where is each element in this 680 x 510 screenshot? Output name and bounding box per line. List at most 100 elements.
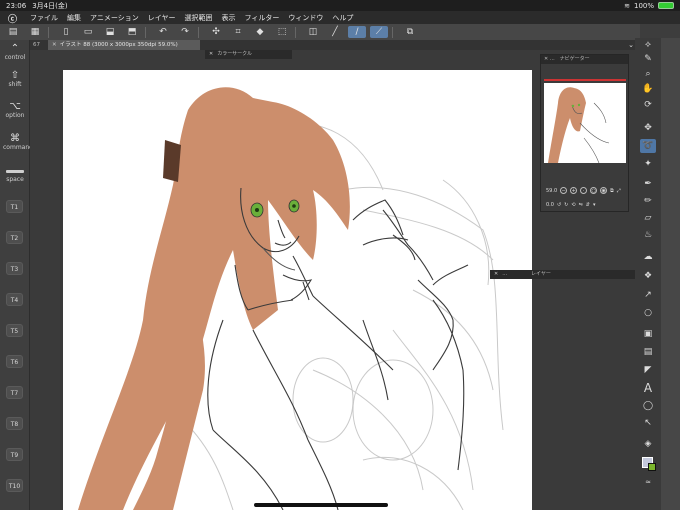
figure-icon[interactable]: ○ — [640, 306, 656, 320]
sub-tool-strip — [661, 38, 680, 510]
hand-icon[interactable]: ✋ — [640, 82, 656, 96]
pen-correct-icon[interactable]: ∕ — [348, 26, 366, 38]
zoom-in-icon[interactable]: + — [570, 187, 578, 194]
fill-icon[interactable]: ◈ — [640, 437, 656, 451]
menu-animation[interactable]: アニメーション — [90, 13, 139, 23]
key-t7[interactable]: T7 — [6, 386, 23, 399]
key-t4[interactable]: T4 — [6, 293, 23, 306]
flip-horizontal-icon[interactable]: ⇋ — [579, 202, 583, 208]
eyedropper-icon[interactable]: ✎ — [640, 52, 656, 66]
airbrush-icon[interactable]: ☁ — [640, 250, 656, 264]
key-option[interactable]: ⌥ option — [3, 101, 27, 119]
sub-color-swatch[interactable] — [648, 463, 656, 471]
rotate-left-icon[interactable]: ↺ — [557, 202, 561, 208]
ruler-tool-icon[interactable]: ◤ — [640, 363, 656, 377]
key-t2[interactable]: T2 — [6, 231, 23, 244]
menu-filter[interactable]: フィルター — [245, 13, 280, 23]
key-t1[interactable]: T1 — [6, 200, 23, 213]
document-tab[interactable]: ✕ イラスト 88 (3000 x 3000px 350dpi 59.0%) — [48, 40, 200, 50]
pencil-icon[interactable]: ✏ — [640, 194, 656, 208]
blend-icon[interactable]: ♨ — [640, 228, 656, 242]
transparent-color-icon[interactable]: ≈ — [640, 475, 656, 489]
transform-icon[interactable]: ✣ — [207, 26, 225, 38]
menu-window[interactable]: ウィンドウ — [288, 13, 323, 23]
fit-screen-icon[interactable]: ○ — [590, 187, 598, 194]
zoom-icon[interactable]: ⌕ — [640, 67, 656, 81]
rotate-right-icon[interactable]: ↻ — [564, 202, 568, 208]
balloon-icon[interactable]: ◯ — [640, 399, 656, 413]
navigator-thumbnail[interactable] — [544, 83, 626, 163]
palette-menu-icon[interactable]: … — [502, 271, 507, 277]
new-file-icon[interactable]: ▯ — [57, 26, 75, 38]
key-control[interactable]: ⌃ control — [3, 43, 27, 61]
palette-menu-icon[interactable]: … — [550, 56, 555, 62]
expand-icon[interactable]: ⤢ — [617, 188, 621, 194]
open-file-icon[interactable]: ▭ — [79, 26, 97, 38]
menu-help[interactable]: ヘルプ — [332, 13, 353, 23]
decoration-icon[interactable]: ❖ — [640, 269, 656, 283]
menu-view[interactable]: 表示 — [222, 13, 236, 23]
copy-icon[interactable]: ⧉ — [401, 26, 419, 38]
layer-palette-header[interactable]: ✕ … レイヤー — [490, 270, 635, 279]
color-circle-palette-header[interactable]: ✕ カラーサークル — [205, 50, 292, 59]
redo-icon[interactable]: ↷ — [176, 26, 194, 38]
crop-icon[interactable]: ⌗ — [229, 26, 247, 38]
close-icon[interactable]: ✕ — [544, 56, 548, 62]
snap-icon[interactable]: ⬚ — [273, 26, 291, 38]
save-icon[interactable]: ⬓ — [101, 26, 119, 38]
navigator-header[interactable]: ✕ … ナビゲーター — [541, 55, 628, 64]
fill-icon[interactable]: ◆ — [251, 26, 269, 38]
eraser-icon[interactable]: ▱ — [640, 211, 656, 225]
key-space[interactable]: space — [3, 168, 27, 183]
key-shift[interactable]: ⇧ shift — [3, 70, 27, 88]
hand-drag-icon[interactable]: ⟡ — [640, 38, 656, 52]
close-icon[interactable]: ✕ — [52, 42, 57, 48]
menu-layer[interactable]: レイヤー — [148, 13, 176, 23]
chevron-down-icon[interactable]: ⌄ — [628, 40, 634, 50]
key-label: shift — [8, 81, 22, 88]
pen-correct-alt-icon[interactable]: ⟋ — [370, 26, 388, 38]
reset-rotation-icon[interactable]: ⟲ — [571, 202, 575, 208]
navigator-angle-value[interactable]: 0.0 — [546, 202, 554, 208]
key-command[interactable]: ⌘ command — [3, 133, 33, 151]
tool-palette: ⟡ ✎ ⌕ ✋ ⟳ ✥ ➰ ✦ ✒ ✏ ▱ ♨ ☁ ❖ ↗ ○ ▣ ▤ ◤ A … — [635, 38, 680, 510]
lasso-icon[interactable]: ➰ — [640, 139, 656, 153]
pen-icon[interactable]: ✒ — [640, 177, 656, 191]
move-icon[interactable]: ✥ — [640, 121, 656, 135]
menu-file[interactable]: ファイル — [30, 13, 58, 23]
key-t9[interactable]: T9 — [6, 448, 23, 461]
zoom-actual-icon[interactable]: · — [580, 187, 588, 194]
navigator-zoom-value[interactable]: 59.0 — [546, 188, 557, 194]
close-icon[interactable]: ✕ — [209, 51, 213, 57]
pen-stroke-icon[interactable]: ╱ — [326, 26, 344, 38]
flip-vertical-icon[interactable]: ⇵ — [586, 202, 590, 208]
zoom-out-icon[interactable]: − — [560, 187, 568, 194]
undo-icon[interactable]: ↶ — [154, 26, 172, 38]
status-date: 3月4日(金) — [32, 1, 68, 10]
grid-icon[interactable]: ▦ — [26, 26, 44, 38]
correct-line-icon[interactable]: ↖ — [640, 416, 656, 430]
close-icon[interactable]: ✕ — [494, 271, 498, 277]
magic-wand-icon[interactable]: ✦ — [640, 157, 656, 171]
text-icon[interactable]: A — [640, 381, 656, 395]
app-logo-icon[interactable]: ⓒ — [8, 12, 22, 25]
layer-stack-icon[interactable]: ▤ — [4, 26, 22, 38]
drawing-canvas[interactable] — [63, 70, 532, 510]
gradient-icon[interactable]: ▤ — [640, 345, 656, 359]
navigator-zoom-row: 59.0 − + · ○ ◉ ⧉ ⤢ — [546, 186, 626, 195]
rotate-icon[interactable]: ⟳ — [640, 98, 656, 112]
ruler-icon[interactable]: ◫ — [304, 26, 322, 38]
menu-edit[interactable]: 編集 — [67, 13, 81, 23]
key-t6[interactable]: T6 — [6, 355, 23, 368]
navigator-settings-icon[interactable]: ▾ — [593, 202, 596, 208]
frame-icon[interactable]: ▣ — [640, 327, 656, 341]
menu-selection[interactable]: 選択範囲 — [185, 13, 213, 23]
vector-icon[interactable]: ↗ — [640, 288, 656, 302]
key-t10[interactable]: T10 — [6, 479, 23, 492]
screen-icon[interactable]: ⧉ — [610, 188, 614, 194]
export-icon[interactable]: ⬒ — [123, 26, 141, 38]
key-t5[interactable]: T5 — [6, 324, 23, 337]
fit-window-icon[interactable]: ◉ — [600, 187, 608, 194]
key-t3[interactable]: T3 — [6, 262, 23, 275]
key-t8[interactable]: T8 — [6, 417, 23, 430]
